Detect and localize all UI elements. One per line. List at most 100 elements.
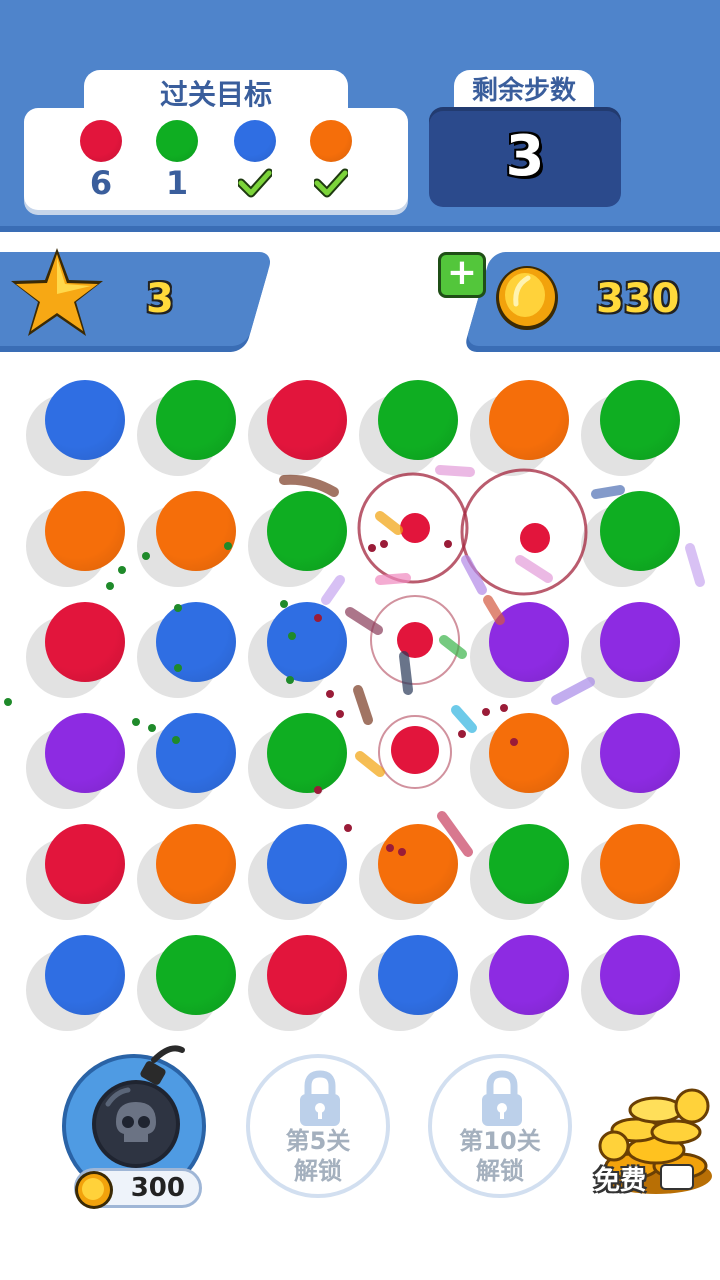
ball-cell-r2-c6[interactable] (581, 491, 695, 591)
goal-panel: 6 1 (24, 108, 408, 210)
ball-cell-r6-c6[interactable] (581, 935, 695, 1035)
orange-ball[interactable] (489, 713, 569, 793)
locked-booster-slot-2[interactable]: 第10关 解锁 (428, 1054, 572, 1198)
steps-panel: 3 (429, 107, 621, 207)
ball-cell-r2-c3[interactable] (248, 491, 362, 591)
green-ball[interactable] (156, 935, 236, 1015)
ball-cell-r2-c4[interactable] (373, 491, 473, 591)
ball-cell-r4-c1[interactable] (26, 713, 140, 813)
ball-cell-r4-c6[interactable] (581, 713, 695, 813)
ball-cell-r1-c2[interactable] (137, 380, 251, 480)
star-count: 3 (146, 276, 174, 322)
green-ball[interactable] (600, 491, 680, 571)
blue-ball-icon (234, 120, 276, 162)
green-ball-icon (156, 120, 198, 162)
ball-cell-r1-c4[interactable] (359, 380, 473, 480)
green-ball[interactable] (489, 824, 569, 904)
purple-ball[interactable] (600, 935, 680, 1015)
coin-icon (496, 266, 558, 330)
orange-ball[interactable] (489, 380, 569, 460)
lock-icon (300, 1070, 340, 1126)
add-coins-button[interactable]: + (438, 252, 486, 298)
purple-ball[interactable] (489, 935, 569, 1015)
ball-cell-r3-c4[interactable] (373, 602, 473, 702)
skull-bomb-icon (92, 1045, 185, 1168)
locked-booster-slot-1[interactable]: 第5关 解锁 (246, 1054, 390, 1198)
ball-grid (0, 360, 720, 1031)
ball-cell-r2-c2[interactable] (137, 491, 251, 591)
lock-icon (482, 1070, 522, 1126)
orange-ball-icon (310, 120, 352, 162)
ball-cell-r6-c4[interactable] (359, 935, 473, 1035)
unlock-label: 解锁 (476, 1157, 524, 1185)
blue-ball[interactable] (156, 602, 236, 682)
ball-cell-r5-c6[interactable] (581, 824, 695, 924)
green-ball[interactable] (267, 491, 347, 571)
ball-cell-r6-c1[interactable] (26, 935, 140, 1035)
red-ball-icon (80, 120, 122, 162)
checkmark-icon (238, 168, 272, 198)
unlock-level-label: 第5关 (285, 1127, 351, 1155)
locked-booster-text: 第5关 解锁 (250, 1126, 386, 1186)
orange-ball[interactable] (45, 491, 125, 571)
ball-cell-r3-c1[interactable] (26, 602, 140, 702)
ball-cell-r1-c3[interactable] (248, 380, 362, 480)
ball-cell-r5-c4[interactable] (359, 824, 473, 924)
blue-ball[interactable] (267, 824, 347, 904)
video-ad-icon (660, 1164, 694, 1190)
red-ball[interactable] (45, 824, 125, 904)
purple-ball[interactable] (489, 602, 569, 682)
orange-ball[interactable] (156, 491, 236, 571)
goal-count: 1 (165, 164, 189, 202)
ball-cell-r4-c2[interactable] (137, 713, 251, 813)
ball-cell-r5-c2[interactable] (137, 824, 251, 924)
ball-cell-r2-c5[interactable] (484, 491, 584, 591)
coin-count: 330 (596, 276, 680, 322)
goal-item-green: 1 (152, 120, 202, 204)
red-ball[interactable] (267, 380, 347, 460)
ball-cell-r2-c1[interactable] (26, 491, 140, 591)
green-ball[interactable] (156, 380, 236, 460)
orange-ball[interactable] (156, 824, 236, 904)
blue-ball[interactable] (45, 380, 125, 460)
purple-ball[interactable] (600, 713, 680, 793)
unlock-label: 解锁 (294, 1157, 342, 1185)
ball-cell-r3-c6[interactable] (581, 602, 695, 702)
green-ball[interactable] (267, 713, 347, 793)
orange-ball[interactable] (600, 824, 680, 904)
goal-item-red: 6 (76, 120, 126, 204)
orange-ball[interactable] (378, 824, 458, 904)
steps-remaining: 3 (505, 124, 545, 189)
ball-cell-r4-c3[interactable] (248, 713, 362, 813)
ball-cell-r4-c4[interactable] (373, 713, 473, 813)
unlock-level-label: 第10关 (459, 1127, 541, 1155)
ball-cell-r1-c6[interactable] (581, 380, 695, 480)
goal-item-blue (230, 120, 280, 204)
ball-cell-r6-c5[interactable] (470, 935, 584, 1035)
purple-ball[interactable] (600, 602, 680, 682)
ball-cell-r3-c3[interactable] (248, 602, 362, 702)
ball-cell-r3-c2[interactable] (137, 602, 251, 702)
blue-ball[interactable] (45, 935, 125, 1015)
ball-cell-r5-c3[interactable] (248, 824, 362, 924)
goal-item-orange (306, 120, 356, 204)
blue-ball[interactable] (267, 602, 347, 682)
ball-cell-r5-c1[interactable] (26, 824, 140, 924)
ball-cell-r6-c3[interactable] (248, 935, 362, 1035)
ball-cell-r1-c5[interactable] (470, 380, 584, 480)
red-ball[interactable] (267, 935, 347, 1015)
goal-count: 6 (89, 164, 113, 202)
blue-ball[interactable] (378, 935, 458, 1015)
green-ball[interactable] (600, 380, 680, 460)
purple-ball[interactable] (45, 713, 125, 793)
ball-cell-r4-c5[interactable] (470, 713, 584, 813)
ball-cell-r5-c5[interactable] (470, 824, 584, 924)
ball-cell-r1-c1[interactable] (26, 380, 140, 480)
blue-ball[interactable] (156, 713, 236, 793)
green-ball[interactable] (378, 380, 458, 460)
ball-cell-r6-c2[interactable] (137, 935, 251, 1035)
checkmark-icon (314, 168, 348, 198)
ball-cell-r3-c5[interactable] (470, 602, 584, 702)
locked-booster-text: 第10关 解锁 (432, 1126, 568, 1186)
red-ball[interactable] (45, 602, 125, 682)
